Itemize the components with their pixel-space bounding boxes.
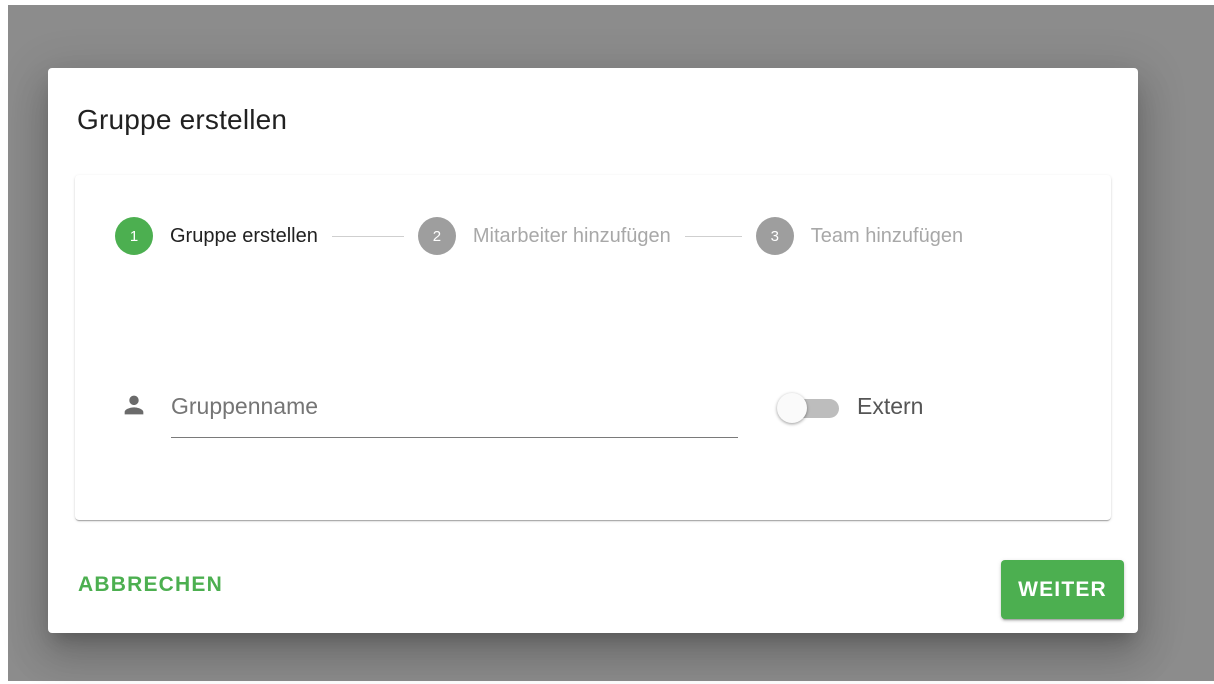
- step-label-add-employees: Mitarbeiter hinzufügen: [472, 224, 671, 247]
- step-connector: [331, 235, 404, 237]
- group-form: Extern: [120, 375, 1080, 438]
- step-create-group[interactable]: 1 Gruppe erstellen: [115, 217, 318, 255]
- step-number-1: 1: [115, 217, 153, 255]
- extern-toggle-label: Extern: [857, 393, 924, 419]
- create-group-dialog: Gruppe erstellen 1 Gruppe erstellen 2 Mi…: [48, 68, 1138, 633]
- stepper: 1 Gruppe erstellen 2 Mitarbeiter hinzufü…: [115, 217, 1075, 255]
- step-add-employees[interactable]: 2 Mitarbeiter hinzufügen: [417, 217, 671, 255]
- toggle-thumb[interactable]: [777, 393, 807, 423]
- step-number-3: 3: [755, 217, 794, 255]
- next-button[interactable]: WEITER: [1001, 560, 1124, 619]
- step-number-2: 2: [417, 217, 456, 255]
- step-connector: [684, 235, 742, 237]
- person-icon: [124, 395, 144, 415]
- step-label-create-group: Gruppe erstellen: [170, 224, 318, 247]
- group-name-input[interactable]: [171, 389, 738, 423]
- stepper-card: 1 Gruppe erstellen 2 Mitarbeiter hinzufü…: [75, 175, 1111, 520]
- dialog-title: Gruppe erstellen: [77, 104, 288, 135]
- extern-toggle[interactable]: [777, 393, 845, 423]
- cancel-button[interactable]: ABBRECHEN: [78, 573, 223, 597]
- step-add-team[interactable]: 3 Team hinzufügen: [755, 217, 964, 255]
- step-label-add-team: Team hinzufügen: [810, 224, 964, 247]
- group-name-field: [171, 375, 738, 438]
